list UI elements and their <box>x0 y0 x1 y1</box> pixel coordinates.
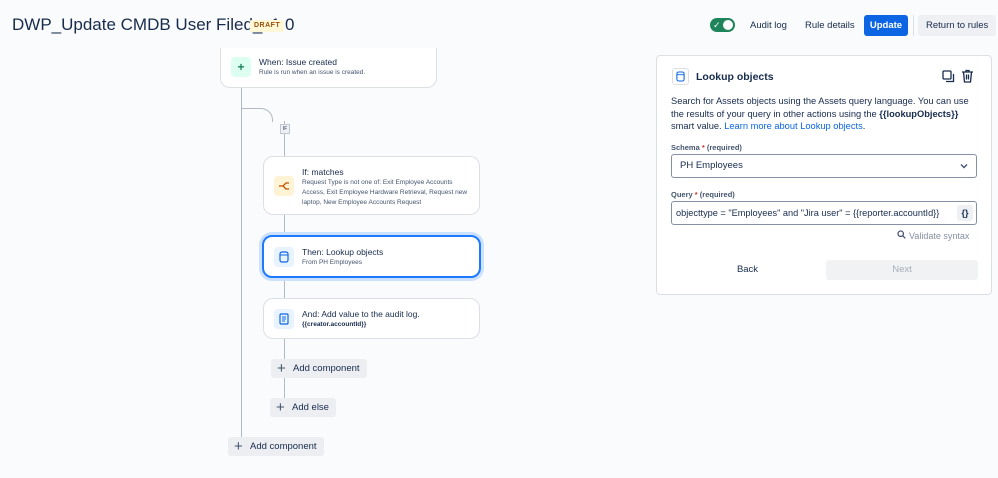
desc-text-2: smart value. <box>671 121 725 131</box>
trigger-card[interactable]: + When: Issue created Rule is run when a… <box>220 48 437 88</box>
rule-enabled-toggle[interactable]: ✓ <box>710 18 735 32</box>
required-star: * <box>701 143 705 152</box>
toggle-knob <box>723 20 733 30</box>
lookup-title: Then: Lookup objects <box>302 247 384 257</box>
next-button[interactable]: Next <box>826 260 978 280</box>
if-badge: IF <box>280 124 290 134</box>
required-star: * <box>694 190 698 199</box>
status-lozenge: DRAFT <box>250 20 285 32</box>
audit-log-button[interactable]: Audit log <box>743 15 794 36</box>
document-icon <box>274 309 294 329</box>
smart-value-button[interactable]: {} <box>957 205 973 221</box>
lookup-action-card[interactable]: Then: Lookup objects From PH Employees <box>262 235 481 278</box>
add-else-button[interactable]: + Add else <box>270 398 336 417</box>
plus-icon: + <box>231 57 251 77</box>
condition-card[interactable]: If: matches Request Type is not one of: … <box>263 156 480 215</box>
plus-icon: + <box>234 438 243 455</box>
desc-end: . <box>862 121 866 131</box>
query-label: Query * (required) <box>671 190 735 199</box>
validate-syntax-button[interactable]: Validate syntax <box>897 230 969 241</box>
audit-subtitle: {{creator.accountId}} <box>302 321 367 328</box>
add-component-label: Add component <box>250 441 317 452</box>
trigger-title: When: Issue created <box>259 57 337 67</box>
schema-value: PH Employees <box>680 160 743 171</box>
return-to-rules-button[interactable]: Return to rules <box>918 15 997 36</box>
query-label-text: Query <box>671 190 693 199</box>
header-divider <box>913 15 914 36</box>
required-text: (required) <box>706 143 742 152</box>
database-icon <box>672 68 689 85</box>
query-value: objecttype = "Employees" and "Jira user"… <box>676 208 940 218</box>
duplicate-icon[interactable] <box>940 68 956 84</box>
plus-icon: + <box>277 360 286 377</box>
schema-label: Schema * (required) <box>671 143 742 152</box>
smart-value: {{lookupObjects}} <box>879 108 959 119</box>
back-button[interactable]: Back <box>671 260 824 280</box>
branch-connector-h <box>241 108 273 122</box>
required-text: (required) <box>699 190 735 199</box>
plus-icon: + <box>276 399 285 416</box>
add-else-label: Add else <box>292 402 329 413</box>
audit-action-card[interactable]: And: Add value to the audit log. {{creat… <box>263 298 480 339</box>
lookup-subtitle: From PH Employees <box>302 259 362 266</box>
add-component-outer-button[interactable]: + Add component <box>228 437 324 456</box>
add-component-label: Add component <box>293 363 360 374</box>
trigger-subtitle: Rule is run when an issue is created. <box>259 69 366 76</box>
trash-icon[interactable] <box>959 68 975 84</box>
validate-label: Validate syntax <box>909 231 970 241</box>
audit-title: And: Add value to the audit log. <box>302 309 420 319</box>
rule-details-button[interactable]: Rule details <box>798 15 862 36</box>
add-component-inner-button[interactable]: + Add component <box>271 359 367 378</box>
check-icon: ✓ <box>713 20 721 30</box>
database-icon <box>274 247 294 267</box>
main-connector <box>241 88 242 438</box>
branch-icon <box>274 176 294 196</box>
update-button[interactable]: Update <box>864 15 908 36</box>
config-panel: Lookup objects Search for Assets objects… <box>656 55 992 295</box>
condition-subtitle: Request Type is not one of: Exit Employe… <box>302 179 468 206</box>
chevron-down-icon <box>960 155 968 186</box>
learn-more-link[interactable]: Learn more about Lookup objects <box>724 121 863 131</box>
schema-label-text: Schema <box>671 143 700 152</box>
panel-title: Lookup objects <box>696 71 774 83</box>
search-icon <box>897 230 906 241</box>
condition-title: If: matches <box>302 167 344 177</box>
schema-select[interactable]: PH Employees <box>671 154 977 178</box>
panel-description: Search for Assets objects using the Asse… <box>671 95 983 133</box>
header: DWP_Update CMDB User Filed_v1.0 DRAFT ✓ … <box>0 0 998 52</box>
query-input[interactable]: objecttype = "Employees" and "Jira user"… <box>671 201 977 225</box>
